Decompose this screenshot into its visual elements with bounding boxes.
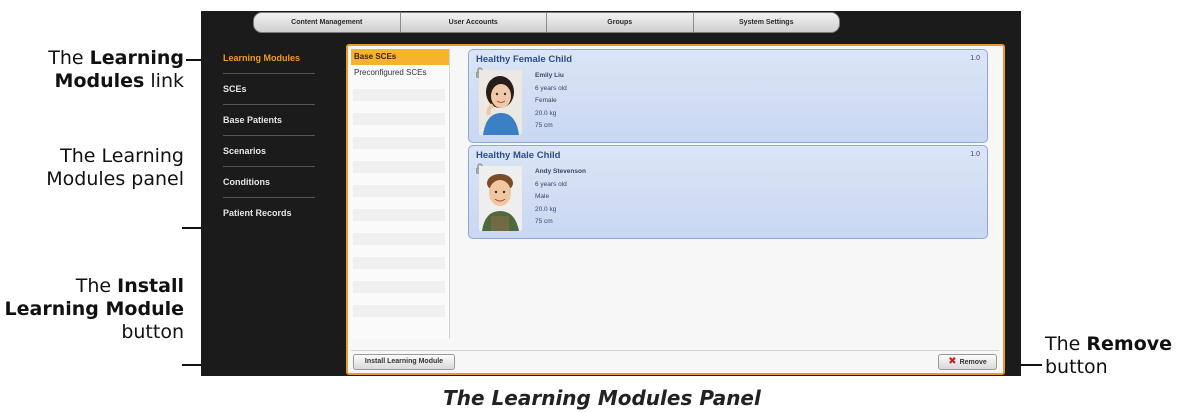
card-title: Healthy Female Child: [476, 54, 573, 65]
patient-height: 75 cm: [535, 122, 553, 129]
patient-age: 6 years old: [535, 180, 567, 188]
card-version: 1.0: [970, 151, 980, 158]
patient-photo-male: [479, 166, 522, 231]
list-item-preconfigured-sces[interactable]: Preconfigured SCEs: [351, 65, 449, 81]
patient-name: Andy Stevenson: [535, 168, 586, 175]
callout-learning-modules-link: The Learning Modules link: [48, 47, 184, 92]
list-stripe: [353, 137, 445, 149]
module-list: Base SCEs Preconfigured SCEs: [351, 49, 450, 339]
callout-learning-modules-panel: The Learning Modules panel: [46, 145, 184, 190]
patient-name: Emily Liu: [535, 72, 564, 79]
panel-footer: Install Learning Module ✖ Remove: [351, 350, 999, 371]
sidebar-item-sces[interactable]: SCEs: [223, 74, 318, 104]
callout-install-button: The Install Learning Module button: [4, 275, 184, 343]
module-card[interactable]: Healthy Male Child 1.0 Andy Stevenson 6 …: [468, 145, 988, 239]
patient-weight: 20.0 kg: [535, 205, 557, 213]
sidebar-item-conditions[interactable]: Conditions: [223, 167, 318, 197]
top-tab-bar: Content Management User Accounts Groups …: [253, 12, 840, 33]
list-stripe: [353, 185, 445, 197]
list-stripe: [353, 161, 445, 173]
tab-user-accounts[interactable]: User Accounts: [400, 13, 547, 32]
list-stripe: [353, 113, 445, 125]
card-title: Healthy Male Child: [476, 150, 561, 161]
install-learning-module-button[interactable]: Install Learning Module: [353, 354, 455, 370]
sidebar-item-base-patients[interactable]: Base Patients: [223, 105, 318, 135]
list-stripe: [353, 281, 445, 293]
list-stripe: [353, 209, 445, 221]
list-stripe: [353, 89, 445, 101]
sidebar-item-scenarios[interactable]: Scenarios: [223, 136, 318, 166]
list-stripe: [353, 305, 445, 317]
list-item-base-sces[interactable]: Base SCEs: [351, 49, 449, 65]
patient-weight: 20.0 kg: [535, 109, 557, 117]
figure-caption: The Learning Modules Panel: [443, 386, 761, 410]
sidebar-item-patient-records[interactable]: Patient Records: [223, 198, 318, 228]
patient-info: Andy Stevenson 6 years old Male 20.0 kg …: [535, 166, 586, 229]
patient-sex: Male: [535, 193, 550, 200]
patient-photo-female: [479, 70, 522, 135]
module-card[interactable]: Healthy Female Child 1.0 Emily Liu 6 yea…: [468, 49, 988, 143]
remove-x-icon: ✖: [948, 356, 957, 367]
sidebar-item-learning-modules[interactable]: Learning Modules: [223, 43, 318, 73]
card-version: 1.0: [970, 55, 980, 62]
remove-button[interactable]: ✖ Remove: [938, 354, 997, 370]
learning-modules-panel: Base SCEs Preconfigured SCEs Healthy Fem…: [346, 44, 1005, 375]
sidebar: Learning Modules SCEs Base Patients Scen…: [201, 43, 319, 376]
tab-content-management[interactable]: Content Management: [254, 13, 401, 32]
app-window: Content Management User Accounts Groups …: [201, 11, 1021, 376]
list-stripe: [353, 257, 445, 269]
patient-height: 75 cm: [535, 218, 553, 225]
patient-info: Emily Liu 6 years old Female 20.0 kg 75 …: [535, 70, 567, 133]
patient-sex: Female: [535, 97, 557, 104]
list-stripe: [353, 233, 445, 245]
callout-remove-button: The Remove button: [1045, 333, 1173, 378]
tab-groups[interactable]: Groups: [547, 13, 694, 32]
remove-button-label: Remove: [959, 359, 987, 366]
patient-age: 6 years old: [535, 84, 567, 92]
tab-system-settings[interactable]: System Settings: [693, 13, 839, 32]
